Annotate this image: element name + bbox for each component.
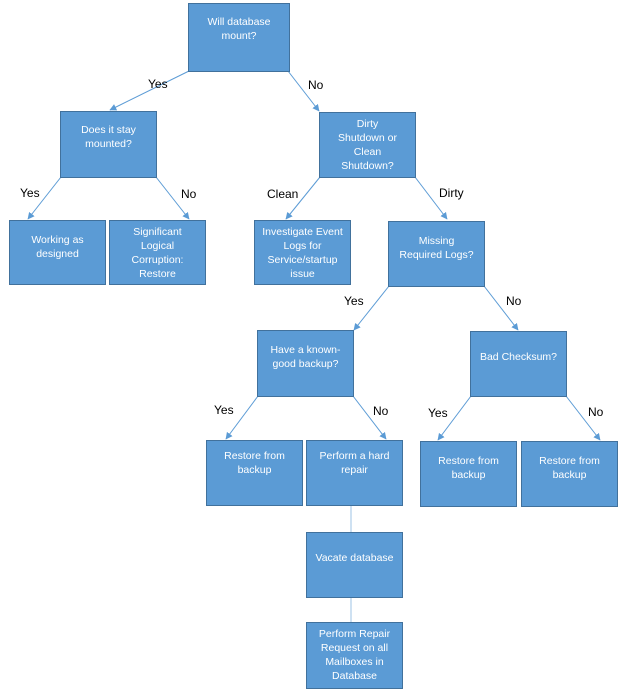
node-investigate-event-logs: Investigate Event Logs for Service/start… <box>254 220 351 285</box>
edge-label-logs-yes: Yes <box>344 294 364 308</box>
edge-label-shutdown-clean: Clean <box>267 187 299 201</box>
node-restore-from-backup-3: Restore from backup <box>521 441 618 507</box>
edge-label-checksum-yes: Yes <box>428 406 448 420</box>
edge-label-stay-no: No <box>181 187 197 201</box>
node-working-as-designed: Working as designed <box>9 220 106 285</box>
node-bad-checksum: Bad Checksum? <box>470 331 567 397</box>
edge-logs-yes <box>353 285 390 331</box>
edge-logs-no <box>483 285 519 331</box>
node-dirty-or-clean-shutdown: Dirty Shutdown or Clean Shutdown? <box>319 112 416 178</box>
node-missing-required-logs: Missing Required Logs? <box>388 221 485 287</box>
edge-label-logs-no: No <box>506 294 522 308</box>
edge-label-checksum-no: No <box>588 405 604 419</box>
node-perform-repair-request: Perform Repair Request on all Mailboxes … <box>306 622 403 689</box>
edge-label-backup-yes: Yes <box>214 403 234 417</box>
edge-label-root-yes: Yes <box>148 77 168 91</box>
edge-label-shutdown-dirty: Dirty <box>439 186 464 200</box>
node-have-known-good-backup: Have a known-good backup? <box>257 330 354 397</box>
edge-label-root-no: No <box>308 78 324 92</box>
node-perform-hard-repair: Perform a hard repair <box>306 440 403 506</box>
node-restore-from-backup-1: Restore from backup <box>206 440 303 506</box>
node-vacate-database: Vacate database <box>306 532 403 598</box>
edge-label-stay-yes: Yes <box>20 186 40 200</box>
node-will-database-mount: Will database mount? <box>188 3 290 72</box>
edge-label-backup-no: No <box>373 404 389 418</box>
node-significant-logical-corruption: Significant Logical Corruption: Restore <box>109 220 206 285</box>
node-does-it-stay-mounted: Does it stay mounted? <box>60 111 157 178</box>
node-restore-from-backup-2: Restore from backup <box>420 441 517 507</box>
